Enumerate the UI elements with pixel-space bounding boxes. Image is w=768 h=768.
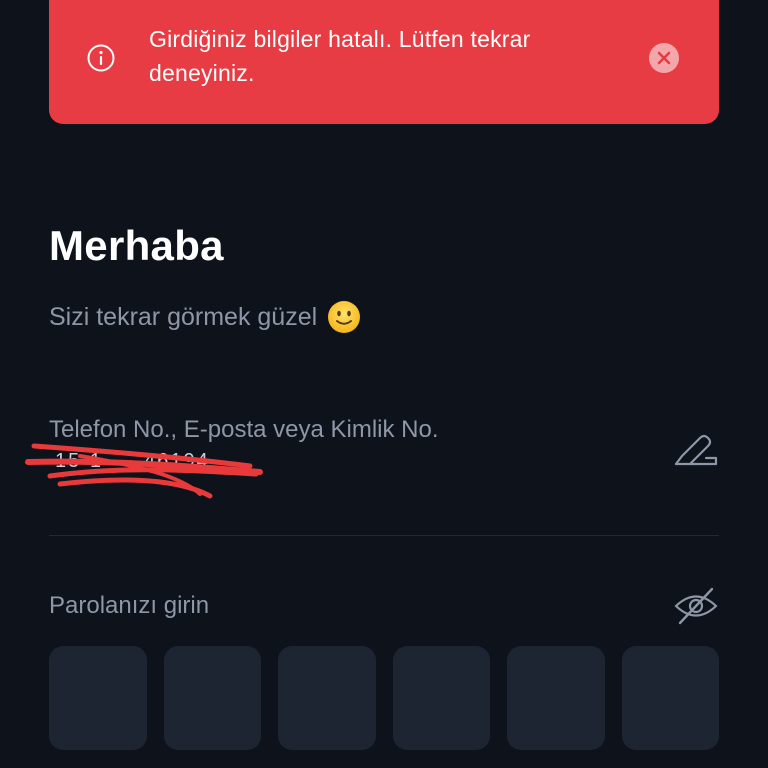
close-icon[interactable] [649, 43, 679, 73]
divider [49, 535, 719, 536]
pin-box-4[interactable] [392, 646, 490, 750]
pin-box-1[interactable] [49, 646, 147, 750]
pin-box-5[interactable] [507, 646, 605, 750]
redaction-scribble [25, 443, 263, 499]
pin-box-6[interactable] [621, 646, 719, 750]
password-label: Parolanızı girin [49, 592, 210, 619]
pin-box-2[interactable] [163, 646, 261, 750]
toast-message: Girdiğiniz bilgiler hatalı. Lütfen tekra… [149, 26, 531, 86]
smile-emoji-icon [328, 301, 361, 333]
info-icon [87, 44, 115, 72]
password-pin-boxes [49, 646, 719, 750]
subtitle-text: Sizi tekrar görmek güzel [49, 302, 318, 331]
error-toast: Girdiğiniz bilgiler hatalı. Lütfen tekra… [49, 0, 719, 124]
eye-off-icon[interactable] [672, 585, 720, 627]
page-title: Merhaba [49, 222, 224, 269]
pin-box-3[interactable] [278, 646, 376, 750]
subtitle: Sizi tekrar görmek güzel [49, 300, 361, 334]
edit-icon[interactable] [672, 430, 720, 470]
